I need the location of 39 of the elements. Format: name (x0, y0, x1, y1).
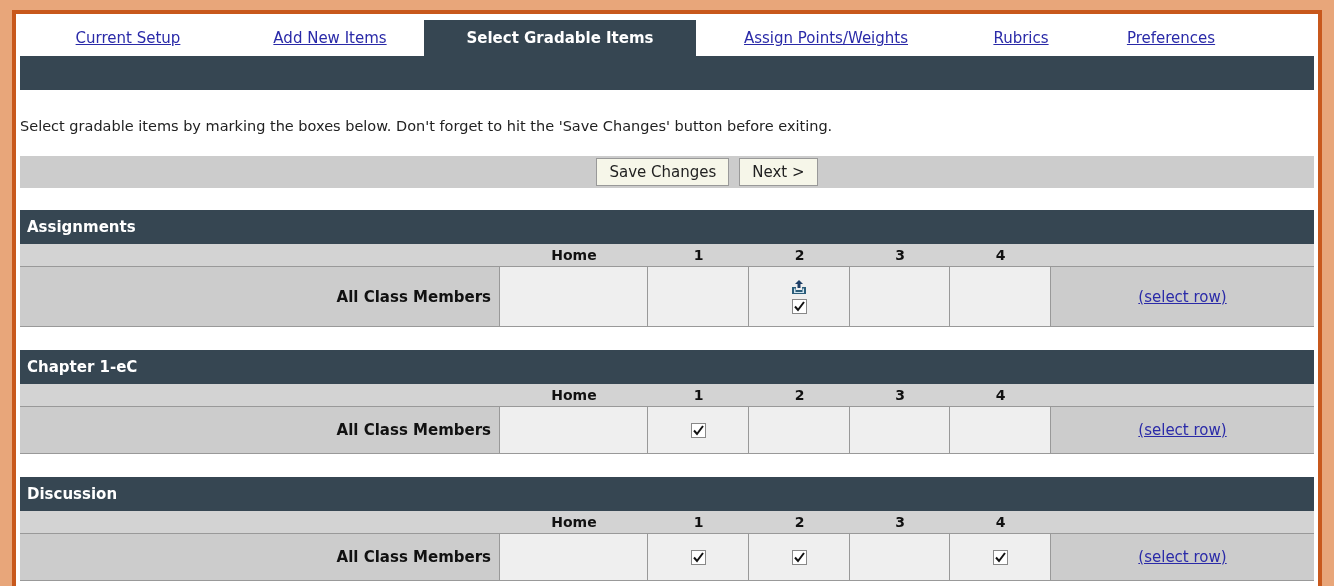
tab[interactable]: Preferences (1086, 20, 1256, 56)
section-header: Discussion (20, 477, 1314, 511)
checkbox[interactable] (791, 549, 807, 565)
tab[interactable]: Current Setup (20, 20, 236, 56)
instruction-text: Select gradable items by marking the boxes below. Don't forget to hit the 'Save Changes' button before exiting. (20, 117, 834, 136)
row-label: All Class Members (336, 548, 491, 566)
column-header: Home (500, 511, 648, 534)
select-row-link[interactable]: (select row) (1138, 287, 1227, 306)
row-label: All Class Members (336, 421, 491, 439)
row-label: All Class Members (336, 287, 491, 306)
tab[interactable]: Rubrics (956, 20, 1086, 56)
column-header: 3 (850, 384, 950, 407)
column-header: 2 (749, 244, 850, 267)
column-header: 1 (648, 384, 749, 407)
next-button[interactable]: Next > (739, 158, 818, 186)
tab[interactable]: Assign Points/Weights (696, 20, 956, 56)
select-row-link[interactable]: (select row) (1138, 548, 1227, 566)
column-header: 3 (850, 244, 950, 267)
column-header: 1 (648, 511, 749, 534)
section-header: Assignments (20, 210, 1314, 244)
select-row-link[interactable]: (select row) (1138, 421, 1227, 439)
column-header: 4 (950, 244, 1051, 267)
section-header: Chapter 1-eC (20, 350, 1314, 384)
column-header: 2 (749, 511, 850, 534)
upload-icon (791, 279, 807, 295)
tab[interactable]: Select Gradable Items (424, 20, 696, 56)
column-header: Home (500, 244, 648, 267)
column-header: 1 (648, 244, 749, 267)
save-changes-button[interactable]: Save Changes (596, 158, 730, 186)
column-header: 3 (850, 511, 950, 534)
column-header: 2 (749, 384, 850, 407)
column-header: Home (500, 384, 648, 407)
checkbox[interactable] (992, 549, 1008, 565)
tab[interactable]: Add New Items (236, 20, 424, 56)
column-header: 4 (950, 511, 1051, 534)
checkbox[interactable] (791, 299, 807, 314)
checkbox[interactable] (690, 422, 706, 438)
column-header: 4 (950, 384, 1051, 407)
checkbox[interactable] (690, 549, 706, 565)
